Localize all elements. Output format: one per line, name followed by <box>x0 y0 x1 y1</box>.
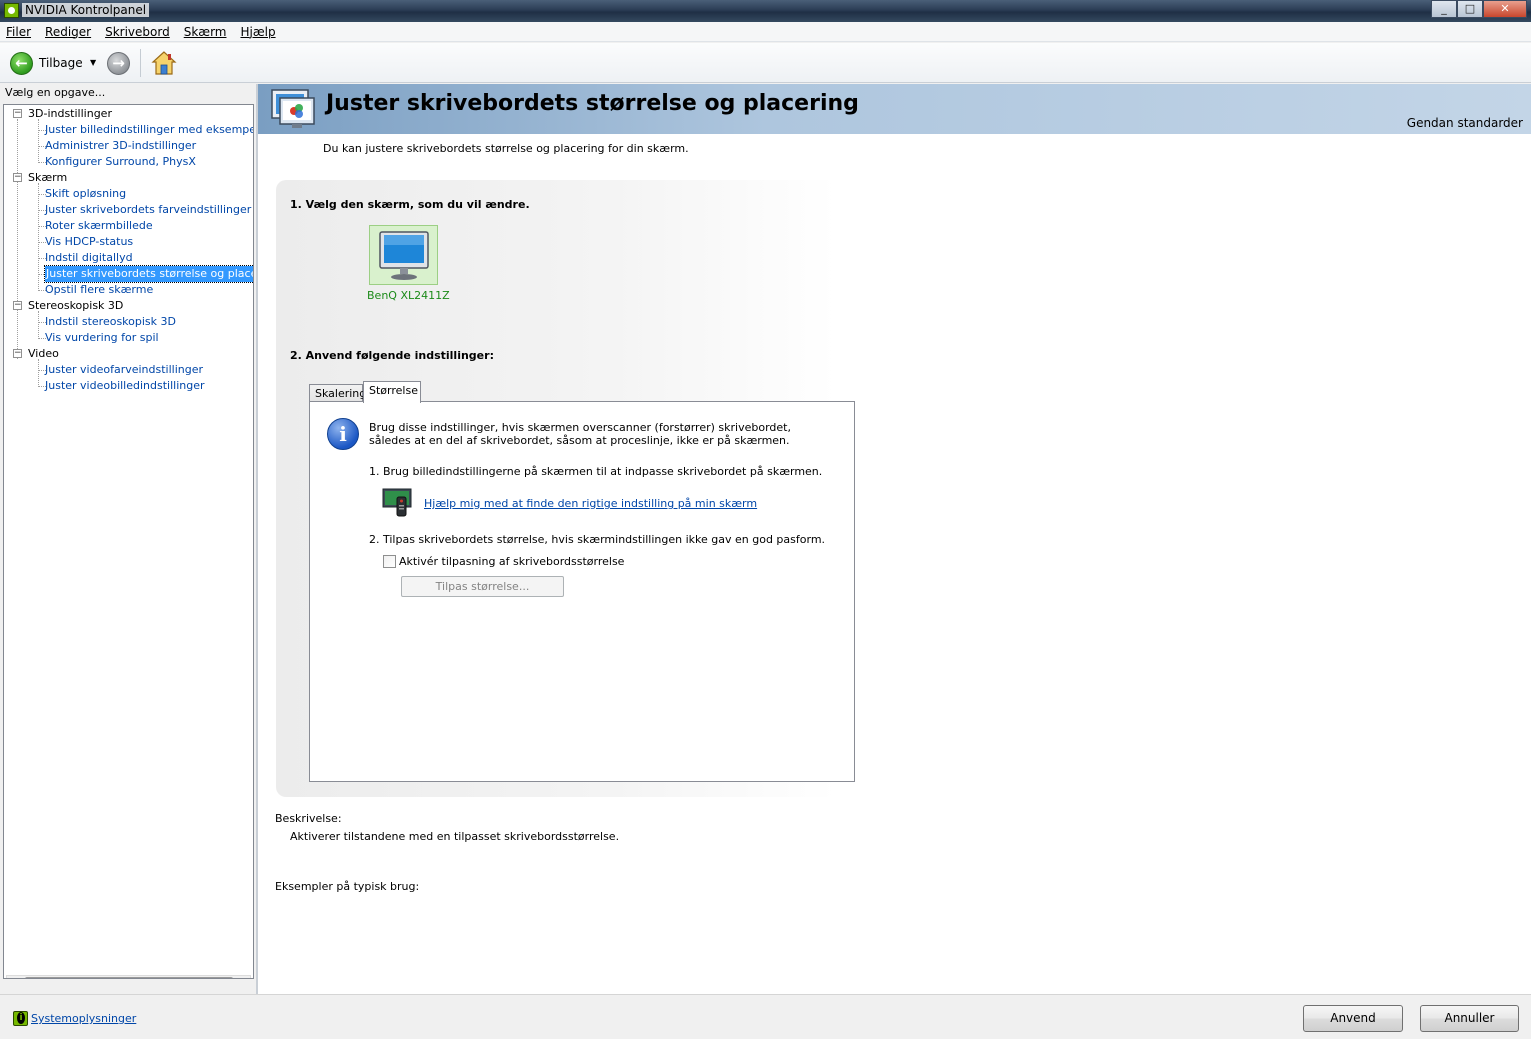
collapse-icon[interactable]: − <box>13 109 22 118</box>
tree-category-label[interactable]: Video <box>28 346 59 362</box>
cancel-button[interactable]: Annuller <box>1420 1005 1519 1032</box>
scroll-right-icon[interactable]: ▶ <box>233 976 250 978</box>
window-title: NVIDIA Kontrolpanel <box>22 3 150 17</box>
tree-category-label[interactable]: 3D-indstillinger <box>28 106 112 122</box>
tree-item-label[interactable]: Indstil stereoskopisk 3D <box>45 314 176 330</box>
tab-scaling[interactable]: Skalering <box>309 384 366 402</box>
tree-connector <box>38 359 39 387</box>
description-label: Beskrivelse: <box>275 812 342 825</box>
tree-item-label[interactable]: Roter skærmbillede <box>45 218 153 234</box>
toolbar-separator <box>140 49 141 77</box>
toolbar: ← Tilbage ▼ → <box>0 43 1531 83</box>
forward-arrow-icon[interactable]: → <box>107 52 130 75</box>
menu-edit[interactable]: Rediger <box>45 25 91 39</box>
minimize-button[interactable]: _ <box>1431 0 1457 18</box>
home-icon[interactable] <box>150 49 178 77</box>
task-sidebar: Vælg en opgave... − 3D-indstillinger Jus… <box>0 84 256 994</box>
size-tab-panel: i Brug disse indstillinger, hvis skærmen… <box>309 401 855 782</box>
menu-bar: Filer Rediger Skrivebord Skærm Hjælp <box>0 22 1531 42</box>
collapse-icon[interactable]: − <box>13 173 22 182</box>
instruction-2: 2. Tilpas skrivebordets størrelse, hvis … <box>369 533 826 546</box>
tree-item-label[interactable]: Juster skrivebordets størrelse og placer… <box>44 265 253 283</box>
bottom-bar: Systemoplysninger Anvend Annuller <box>0 994 1531 1039</box>
page-title: Juster skrivebordets størrelse og placer… <box>326 91 859 116</box>
monitor-name[interactable]: BenQ XL2411Z <box>367 289 450 302</box>
tab-size[interactable]: Størrelse <box>363 381 421 403</box>
tree-item-label[interactable]: Juster videofarveindstillinger <box>45 362 203 378</box>
tree-category-label[interactable]: Skærm <box>28 170 67 186</box>
tree-item-label[interactable]: Juster videobilledindstillinger <box>45 378 205 394</box>
tree-item-label[interactable]: Opstil flere skærme <box>45 282 153 298</box>
tree-connector <box>38 311 39 339</box>
collapse-icon[interactable]: − <box>13 301 22 310</box>
enable-resize-checkbox[interactable] <box>383 555 396 568</box>
back-arrow-icon[interactable]: ← <box>10 52 33 75</box>
menu-file[interactable]: Filer <box>6 25 31 39</box>
back-button-label[interactable]: Tilbage <box>39 56 83 70</box>
close-button[interactable]: ✕ <box>1483 0 1527 18</box>
tree-item-label[interactable]: Skift opløsning <box>45 186 126 202</box>
monitor-remote-icon <box>382 488 412 517</box>
help-find-setting-link[interactable]: Hjælp mig med at finde den rigtige indst… <box>424 497 757 510</box>
maximize-button[interactable]: □ <box>1457 0 1483 18</box>
instruction-1: 1. Brug billedindstillingerne på skærmen… <box>369 465 823 478</box>
settings-panel: 1. Vælg den skærm, som du vil ændre. Ben… <box>276 180 855 797</box>
monitor-selector[interactable] <box>369 225 438 285</box>
system-info-link[interactable]: Systemoplysninger <box>31 1012 136 1025</box>
history-dropdown-icon[interactable]: ▼ <box>90 58 96 67</box>
enable-resize-label[interactable]: Aktivér tilpasning af skrivebordsstørrel… <box>399 555 624 568</box>
info-icon: i <box>327 418 359 450</box>
tree-item-label[interactable]: Juster billedindstillinger med eksempel <box>45 122 253 138</box>
tree-item-label[interactable]: Vis vurdering for spil <box>45 330 159 346</box>
horizontal-scrollbar[interactable]: ◀ ||| ▶ <box>6 975 251 978</box>
collapse-icon[interactable]: − <box>13 349 22 358</box>
tree-category-label[interactable]: Stereoskopisk 3D <box>28 298 123 314</box>
scroll-thumb[interactable]: ||| <box>25 977 233 978</box>
tree-item-label[interactable]: Konfigurer Surround, PhysX <box>45 154 196 170</box>
restore-defaults-link[interactable]: Gendan standarder <box>1407 116 1523 130</box>
title-bar: NVIDIA Kontrolpanel _ □ ✕ <box>0 0 1531 22</box>
tree-item-label[interactable]: Juster skrivebordets farveindstillinger <box>45 202 251 218</box>
scroll-left-icon[interactable]: ◀ <box>7 976 24 978</box>
page-header: Juster skrivebordets størrelse og placer… <box>258 84 1531 134</box>
task-tree: − 3D-indstillinger Juster billedindstill… <box>3 104 254 979</box>
monitor-icon <box>379 231 429 280</box>
tree-connector <box>38 119 39 163</box>
intro-text: Du kan justere skrivebordets størrelse o… <box>323 142 689 155</box>
tree-connector <box>17 119 18 359</box>
resize-button[interactable]: Tilpas størrelse... <box>401 576 564 597</box>
step2-title: 2. Anvend følgende indstillinger: <box>290 349 494 362</box>
description-text: Aktiverer tilstandene med en tilpasset s… <box>290 830 620 843</box>
system-info-icon[interactable] <box>13 1011 28 1026</box>
task-label: Vælg en opgave... <box>5 86 106 99</box>
apply-button[interactable]: Anvend <box>1303 1005 1403 1032</box>
window-controls: _ □ ✕ <box>1431 0 1527 18</box>
tree-item-label[interactable]: Indstil digitallyd <box>45 250 133 266</box>
step1-title: 1. Vælg den skærm, som du vil ændre. <box>290 198 530 211</box>
main-content: Juster skrivebordets størrelse og placer… <box>258 84 1531 994</box>
menu-desktop[interactable]: Skrivebord <box>105 25 170 39</box>
menu-help[interactable]: Hjælp <box>240 25 275 39</box>
tree-item-label[interactable]: Vis HDCP-status <box>45 234 133 250</box>
nvidia-app-icon <box>4 3 19 18</box>
tree-item-label[interactable]: Administrer 3D-indstillinger <box>45 138 196 154</box>
examples-label: Eksempler på typisk brug: <box>275 880 420 893</box>
menu-display[interactable]: Skærm <box>184 25 227 39</box>
desktop-size-icon <box>271 89 315 128</box>
info-text: Brug disse indstillinger, hvis skærmen o… <box>369 421 791 447</box>
